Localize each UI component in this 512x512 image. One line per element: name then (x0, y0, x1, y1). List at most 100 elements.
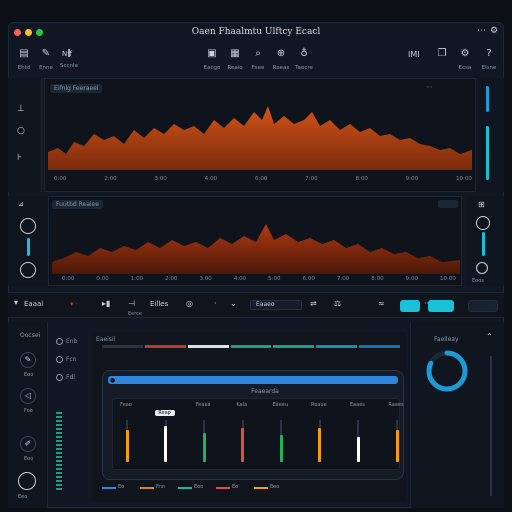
time-tick-label: 10:00 (440, 276, 456, 282)
channel-fader[interactable] (241, 428, 245, 462)
mid-right-knob[interactable] (476, 216, 490, 230)
toolbar-settings-button[interactable]: ⚙ Ecsa (454, 48, 476, 71)
loop-toggle-icon[interactable]: ⊣ (128, 299, 135, 308)
output-select[interactable] (468, 300, 498, 312)
mid-pan-knob[interactable] (20, 262, 36, 278)
time-tick-label: 2:00 (104, 176, 117, 182)
toolbar-help-button[interactable]: ? Elsne (478, 48, 500, 71)
toolbar-image-button[interactable]: ▣ Eacgo (201, 48, 223, 71)
progress-ring (426, 350, 468, 392)
toolbar-zoom-button[interactable]: ⊕ Raeas (270, 48, 292, 71)
pen-tool-button[interactable]: ✎ (20, 352, 36, 368)
mid-right-knob-2[interactable] (476, 262, 488, 274)
top-output-meter (486, 126, 489, 180)
mode-label[interactable]: Eilles (150, 300, 168, 308)
mid-waveform (52, 224, 460, 274)
legend-label: Eo (232, 484, 239, 490)
channel-label: Feaaa (195, 402, 211, 408)
edit-icon: ✎ (41, 48, 51, 59)
channel-fader[interactable] (395, 430, 399, 462)
transport-field-label: Eaaeo (256, 301, 275, 308)
record-arm-icon[interactable]: ▾ · (70, 300, 78, 308)
time-tick-label: 1:00 (130, 276, 144, 282)
waveform-icon[interactable]: ≈ (378, 299, 385, 308)
pin-icon[interactable]: ⊥ (17, 104, 25, 114)
monitor-button[interactable] (400, 300, 420, 312)
channel-label: Reaue (311, 402, 327, 408)
radio-option-1[interactable] (56, 338, 63, 345)
time-tick-label: 7:00 (336, 276, 350, 282)
mid-arrow-icon[interactable]: ⊿ (18, 200, 24, 208)
top-meter-column (478, 78, 504, 192)
window-menu-icon[interactable]: ⋯ (477, 26, 486, 36)
time-tick-label: 9:00 (405, 276, 418, 282)
toolbar-search-button[interactable]: ⌕ Fsee (247, 48, 269, 71)
mid-panel-toggle[interactable] (438, 200, 458, 208)
toolbar-file-button[interactable]: ▤ Ehtd (14, 48, 34, 71)
radio-option-2[interactable] (56, 356, 63, 363)
loop-icon[interactable]: ○ (17, 126, 25, 136)
mixer-color-segment (273, 345, 315, 348)
time-tick-label: 7:00 (305, 176, 318, 182)
radio-option-3[interactable] (56, 374, 63, 381)
record-button[interactable] (428, 300, 454, 312)
time-tick-label: 3:00 (154, 176, 167, 182)
mixer-color-segment (144, 345, 186, 348)
maximize-window-button[interactable] (36, 29, 43, 36)
folder-icon: ▤ (19, 48, 29, 59)
progress-scroll-track[interactable] (490, 356, 492, 496)
top-panel-corner-value: ◦◦ (426, 84, 434, 91)
channel-label: Eaaes (349, 402, 365, 408)
time-tick-label: 8:00 (355, 176, 368, 182)
play-icon[interactable]: ▸▮ (102, 299, 110, 308)
channel-fader[interactable] (356, 437, 360, 462)
legend-label: Eoo (194, 484, 204, 490)
swap-icon[interactable]: ⇌ (310, 299, 317, 308)
mid-gain-knob[interactable] (20, 218, 36, 234)
mixer-color-segment (102, 345, 143, 348)
arrow-icon[interactable]: ⌄ (230, 299, 237, 308)
mid-right-icon[interactable]: ⊞ (478, 200, 485, 209)
channel-fader[interactable] (279, 435, 283, 462)
toolbar-grid-button[interactable]: ▦ Reaio (224, 48, 246, 71)
time-tick-label: 0:00 (54, 176, 67, 182)
mid-panel-label: Fuutbd Reaiee (52, 200, 103, 209)
time-tick-label: 4:00 (204, 176, 218, 182)
mid-right-meter (482, 232, 485, 256)
time-tick-label: 0:00 (62, 276, 75, 282)
toolbar-brush-button[interactable]: ♁ Taecre (292, 48, 316, 71)
channel-label: Reap (154, 410, 175, 416)
channel-fader[interactable] (318, 428, 322, 462)
mixer-label: Eaeisil (96, 336, 116, 343)
mic-icon: ✐ (24, 439, 32, 448)
marker-icon[interactable]: ⊦ (17, 153, 22, 163)
toolbar-right-text: IMI (408, 50, 420, 59)
lower-left-label: Oocsei (20, 332, 41, 339)
target-icon[interactable]: ◎ (186, 299, 193, 308)
minimize-window-button[interactable] (25, 29, 32, 36)
legend-swatch (254, 487, 268, 489)
time-tick-label: 6:00 (302, 276, 315, 282)
close-window-button[interactable] (14, 29, 21, 36)
channel-label: Kala (236, 402, 248, 408)
toolbar-copy-button[interactable]: ❐ (434, 48, 450, 65)
channel-fader[interactable] (125, 430, 129, 462)
toolbar-edit-button[interactable]: ✎ Enne (36, 48, 56, 71)
top-side-strip (8, 78, 42, 192)
mic-tool-button[interactable]: ✐ (20, 436, 36, 452)
mixer-popup-header[interactable] (108, 376, 398, 384)
progress-expand-icon[interactable]: ⌃ (486, 332, 493, 341)
lower-left-knob[interactable] (18, 472, 36, 490)
pen-icon: ✎ (24, 355, 32, 364)
legend-swatch (102, 487, 116, 489)
channel-strips: Feao Reap Feaaa Kala Eaeeu Reaue Eaaes Raees (112, 402, 404, 468)
channel-fader[interactable] (164, 426, 168, 462)
dot-icon[interactable]: · (214, 299, 217, 308)
legend-swatch (178, 487, 192, 489)
channel-fader[interactable] (202, 433, 206, 462)
time-tick-label: 9:00 (405, 176, 419, 182)
window-options-icon[interactable]: ⚙ (490, 26, 498, 36)
speaker-tool-button[interactable]: ◁ (20, 388, 36, 404)
balance-icon[interactable]: ⚖ (334, 299, 341, 308)
transport-menu-icon[interactable]: ▾ (14, 298, 18, 307)
